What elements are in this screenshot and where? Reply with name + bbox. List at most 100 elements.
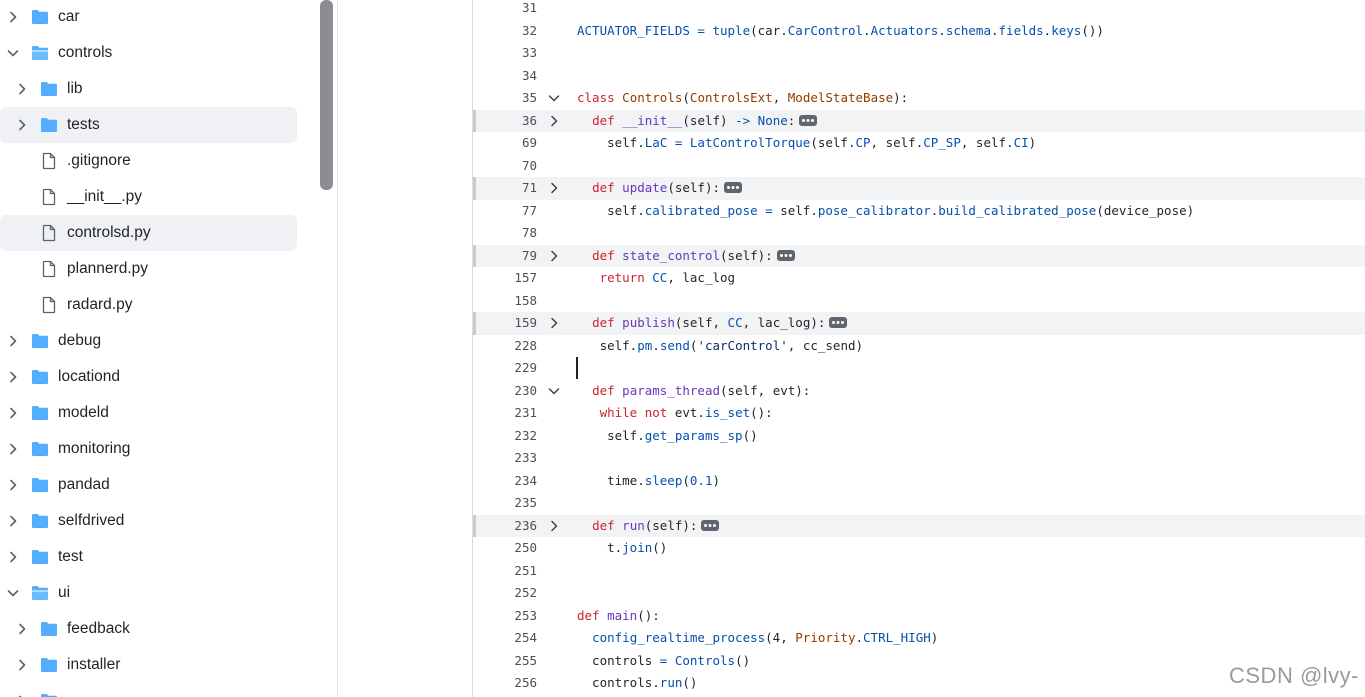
- tree-item-selfdrived[interactable]: selfdrived: [0, 503, 297, 539]
- line-number[interactable]: 229: [493, 360, 537, 376]
- chevron-down-icon[interactable]: [5, 585, 21, 601]
- chevron-right-icon[interactable]: [5, 549, 21, 565]
- fold-collapsed-icon[interactable]: [547, 249, 561, 263]
- code-text: def update(self):: [577, 180, 743, 196]
- code-token: ): [712, 472, 721, 488]
- line-number[interactable]: 235: [493, 495, 537, 511]
- tree-item-plannerd-py[interactable]: plannerd.py: [0, 251, 297, 287]
- chevron-down-icon[interactable]: [5, 45, 21, 61]
- code-line: 235: [473, 492, 1365, 515]
- tree-item-ui[interactable]: ui: [0, 575, 297, 611]
- tree-item-car[interactable]: car: [0, 0, 297, 35]
- line-number[interactable]: 236: [493, 518, 537, 534]
- line-number[interactable]: 79: [493, 248, 537, 264]
- code-text: self.pm.send('carControl', cc_send): [577, 338, 863, 354]
- chevron-right-icon[interactable]: [5, 369, 21, 385]
- line-number[interactable]: 159: [493, 315, 537, 331]
- folded-code-ellipsis-icon[interactable]: [701, 519, 720, 531]
- line-number[interactable]: 32: [493, 23, 537, 39]
- code-token: .: [652, 337, 660, 353]
- file-tree-scrollbar-thumb[interactable]: [320, 0, 333, 190]
- chevron-right-icon[interactable]: [5, 405, 21, 421]
- tree-item-init-py[interactable]: __init__.py: [0, 179, 297, 215]
- chevron-right-icon[interactable]: [5, 441, 21, 457]
- code-token: .: [863, 22, 871, 38]
- folded-code-ellipsis-icon[interactable]: [776, 249, 795, 261]
- line-number[interactable]: 35: [493, 90, 537, 106]
- chevron-right-icon[interactable]: [5, 477, 21, 493]
- code-token: update: [622, 180, 668, 195]
- line-number[interactable]: 69: [493, 135, 537, 151]
- chevron-right-icon[interactable]: [14, 657, 30, 673]
- line-number[interactable]: 78: [493, 225, 537, 241]
- tree-item-test[interactable]: test: [0, 539, 297, 575]
- tree-item-label: installer: [67, 656, 121, 673]
- line-number[interactable]: 251: [493, 563, 537, 579]
- tree-item-pandad[interactable]: pandad: [0, 467, 297, 503]
- fold-collapsed-icon[interactable]: [547, 316, 561, 330]
- line-number[interactable]: 34: [493, 68, 537, 84]
- line-number[interactable]: 71: [493, 180, 537, 196]
- line-number[interactable]: 77: [493, 203, 537, 219]
- fold-expanded-icon[interactable]: [547, 384, 561, 398]
- code-text: self.LaC = LatControlTorque(self.CP, sel…: [577, 135, 1036, 151]
- tree-item-monitoring[interactable]: monitoring: [0, 431, 297, 467]
- line-number[interactable]: 254: [493, 630, 537, 646]
- fold-collapsed-icon[interactable]: [547, 114, 561, 128]
- line-number[interactable]: 255: [493, 653, 537, 669]
- code-token: publish: [622, 315, 675, 330]
- line-number[interactable]: 234: [493, 473, 537, 489]
- chevron-right-icon[interactable]: [5, 9, 21, 25]
- line-number[interactable]: 70: [493, 158, 537, 174]
- tree-item-more[interactable]: [0, 683, 297, 697]
- code-text: controls.run(): [577, 675, 697, 691]
- folder-icon: [31, 548, 49, 566]
- line-number[interactable]: 31: [493, 0, 537, 16]
- line-number[interactable]: 231: [493, 405, 537, 421]
- tree-item-tests[interactable]: tests: [0, 107, 297, 143]
- chevron-right-icon[interactable]: [5, 333, 21, 349]
- chevron-right-icon[interactable]: [14, 117, 30, 133]
- line-number[interactable]: 253: [493, 608, 537, 624]
- tree-item-modeld[interactable]: modeld: [0, 395, 297, 431]
- fold-collapsed-icon[interactable]: [547, 519, 561, 533]
- line-number[interactable]: 33: [493, 45, 537, 61]
- line-number[interactable]: 232: [493, 428, 537, 444]
- fold-collapsed-icon[interactable]: [547, 181, 561, 195]
- tree-item-controls[interactable]: controls: [0, 35, 297, 71]
- line-number[interactable]: 36: [493, 113, 537, 129]
- code-token: run: [659, 675, 683, 690]
- code-line: 79 def state_control(self):: [473, 244, 1365, 267]
- line-number[interactable]: 256: [493, 675, 537, 691]
- tree-item-radard-py[interactable]: radard.py: [0, 287, 297, 323]
- code-token: run: [622, 517, 645, 533]
- line-number[interactable]: 252: [493, 585, 537, 601]
- tree-item-installer[interactable]: installer: [0, 647, 297, 683]
- folded-code-ellipsis-icon[interactable]: [799, 114, 818, 126]
- chevron-right-icon[interactable]: [14, 693, 30, 697]
- chevron-right-icon[interactable]: [14, 81, 30, 97]
- folded-code-ellipsis-icon[interactable]: [829, 317, 848, 328]
- code-viewer: 31 32 ACTUATOR_FIELDS = tuple(car.CarContr…: [472, 0, 1365, 697]
- code-line: 228 self.pm.send('carControl', cc_send): [473, 335, 1365, 358]
- tree-item-controlsd-py[interactable]: controlsd.py: [0, 215, 297, 251]
- line-number[interactable]: 233: [493, 450, 537, 466]
- tree-item-gitignore[interactable]: .gitignore: [0, 143, 297, 179]
- folded-code-ellipsis-icon[interactable]: [724, 182, 743, 193]
- tree-item-lib[interactable]: lib: [0, 71, 297, 107]
- tree-item-feedback[interactable]: feedback: [0, 611, 297, 647]
- tree-item-locationd[interactable]: locationd: [0, 359, 297, 395]
- chevron-right-icon[interactable]: [14, 621, 30, 637]
- line-number[interactable]: 228: [493, 338, 537, 354]
- fold-expanded-icon[interactable]: [547, 91, 561, 105]
- line-number[interactable]: 158: [493, 293, 537, 309]
- chevron-right-icon[interactable]: [5, 513, 21, 529]
- tree-item-debug[interactable]: debug: [0, 323, 297, 359]
- line-number[interactable]: 157: [493, 270, 537, 286]
- code-text: controls = Controls(): [577, 653, 750, 669]
- line-number[interactable]: 230: [493, 383, 537, 399]
- line-number[interactable]: 250: [493, 540, 537, 556]
